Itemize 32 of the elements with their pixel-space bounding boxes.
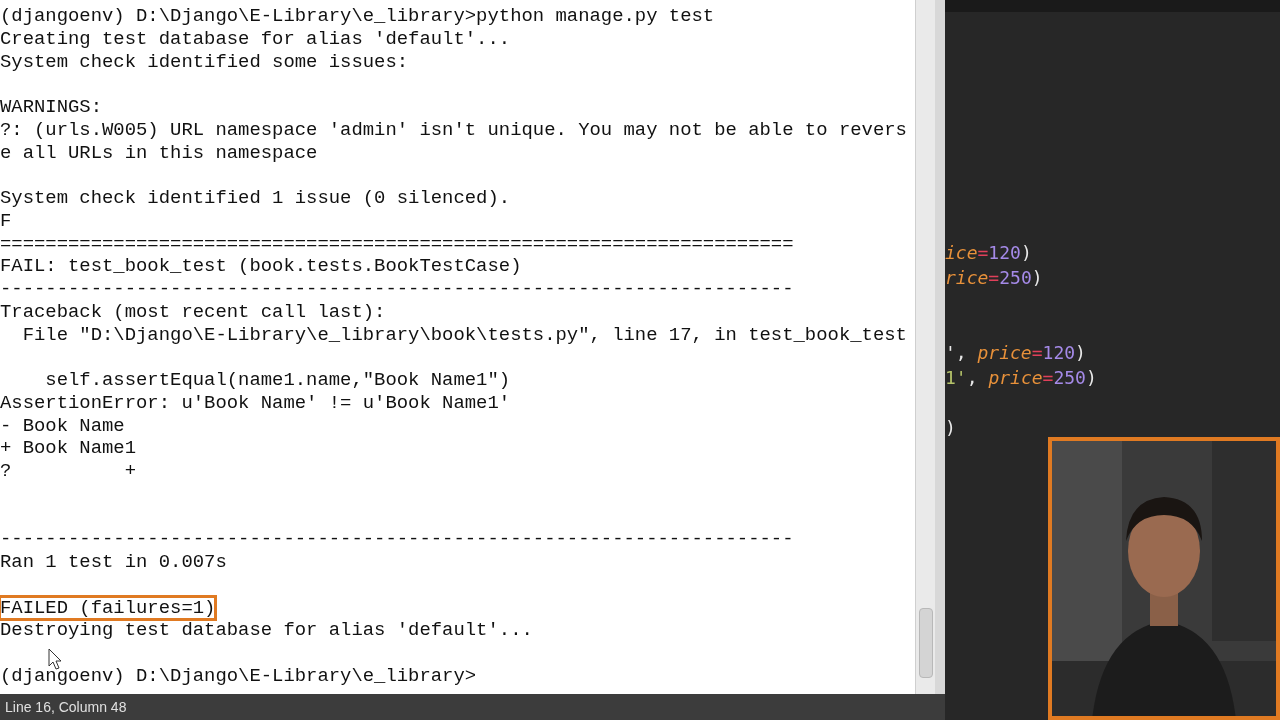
code-line: rice=250) bbox=[945, 267, 1043, 288]
terminal-line: + Book Name1 bbox=[0, 437, 137, 460]
code-line: ice=120) bbox=[945, 242, 1032, 263]
terminal-line: ====================================================================== bbox=[0, 232, 794, 255]
scrollbar-thumb[interactable] bbox=[918, 608, 933, 678]
terminal-line: (djangoenv) D:\Django\E-Library\e_library> bbox=[0, 664, 477, 687]
terminal-line: System check identified 1 issue (0 silenced). bbox=[0, 187, 511, 209]
terminal-line: Destroying test database for alias 'default'... bbox=[0, 619, 533, 642]
terminal-line: - Book Name bbox=[0, 414, 125, 437]
terminal-line: AssertionError: u'Book Name' != u'Book Name1' bbox=[0, 391, 511, 414]
terminal-line: Ran 1 test in 0.007s bbox=[0, 551, 227, 573]
terminal-line: ?: (urls.W005) URL namespace 'admin' isn't unique. You may not be able to revers bbox=[0, 118, 907, 141]
terminal-line: WARNINGS: bbox=[0, 96, 103, 118]
scrollbar[interactable] bbox=[915, 0, 935, 694]
terminal-line: ---------------------------------------------------------------------- bbox=[0, 528, 794, 551]
terminal-line: ---------------------------------------------------------------------- bbox=[0, 278, 794, 300]
terminal-line: F bbox=[0, 209, 12, 232]
terminal-line: System check identified some issues: bbox=[0, 50, 409, 73]
code-line: 1', price=250) bbox=[945, 367, 1097, 388]
terminal-line: File "D:\Django\E-Library\e_library\book\tests.py", line 17, in test_book_test bbox=[21, 323, 907, 346]
terminal-line: FAILED (failures=1) bbox=[0, 596, 216, 619]
terminal-line: self.assertEqual(name1.name,"Book Name1") bbox=[44, 369, 511, 391]
terminal-line: (djangoenv) D:\Django\E-Library\e_library>python manage.py test bbox=[0, 5, 715, 27]
code-line: ) bbox=[945, 417, 956, 438]
status-text: Line 16, Column 48 bbox=[5, 697, 127, 717]
terminal-line: e all URLs in this namespace bbox=[0, 141, 318, 164]
terminal-line: Creating test database for alias 'default'... bbox=[0, 27, 511, 50]
code-line: ', price=120) bbox=[945, 342, 1086, 363]
terminal-line: FAIL: test_book_test (book.tests.BookTestCase) bbox=[0, 255, 522, 278]
terminal-line: ? + bbox=[0, 460, 137, 482]
mouse-pointer-icon bbox=[48, 648, 62, 670]
terminal-line: Traceback (most recent call last): bbox=[0, 300, 386, 323]
